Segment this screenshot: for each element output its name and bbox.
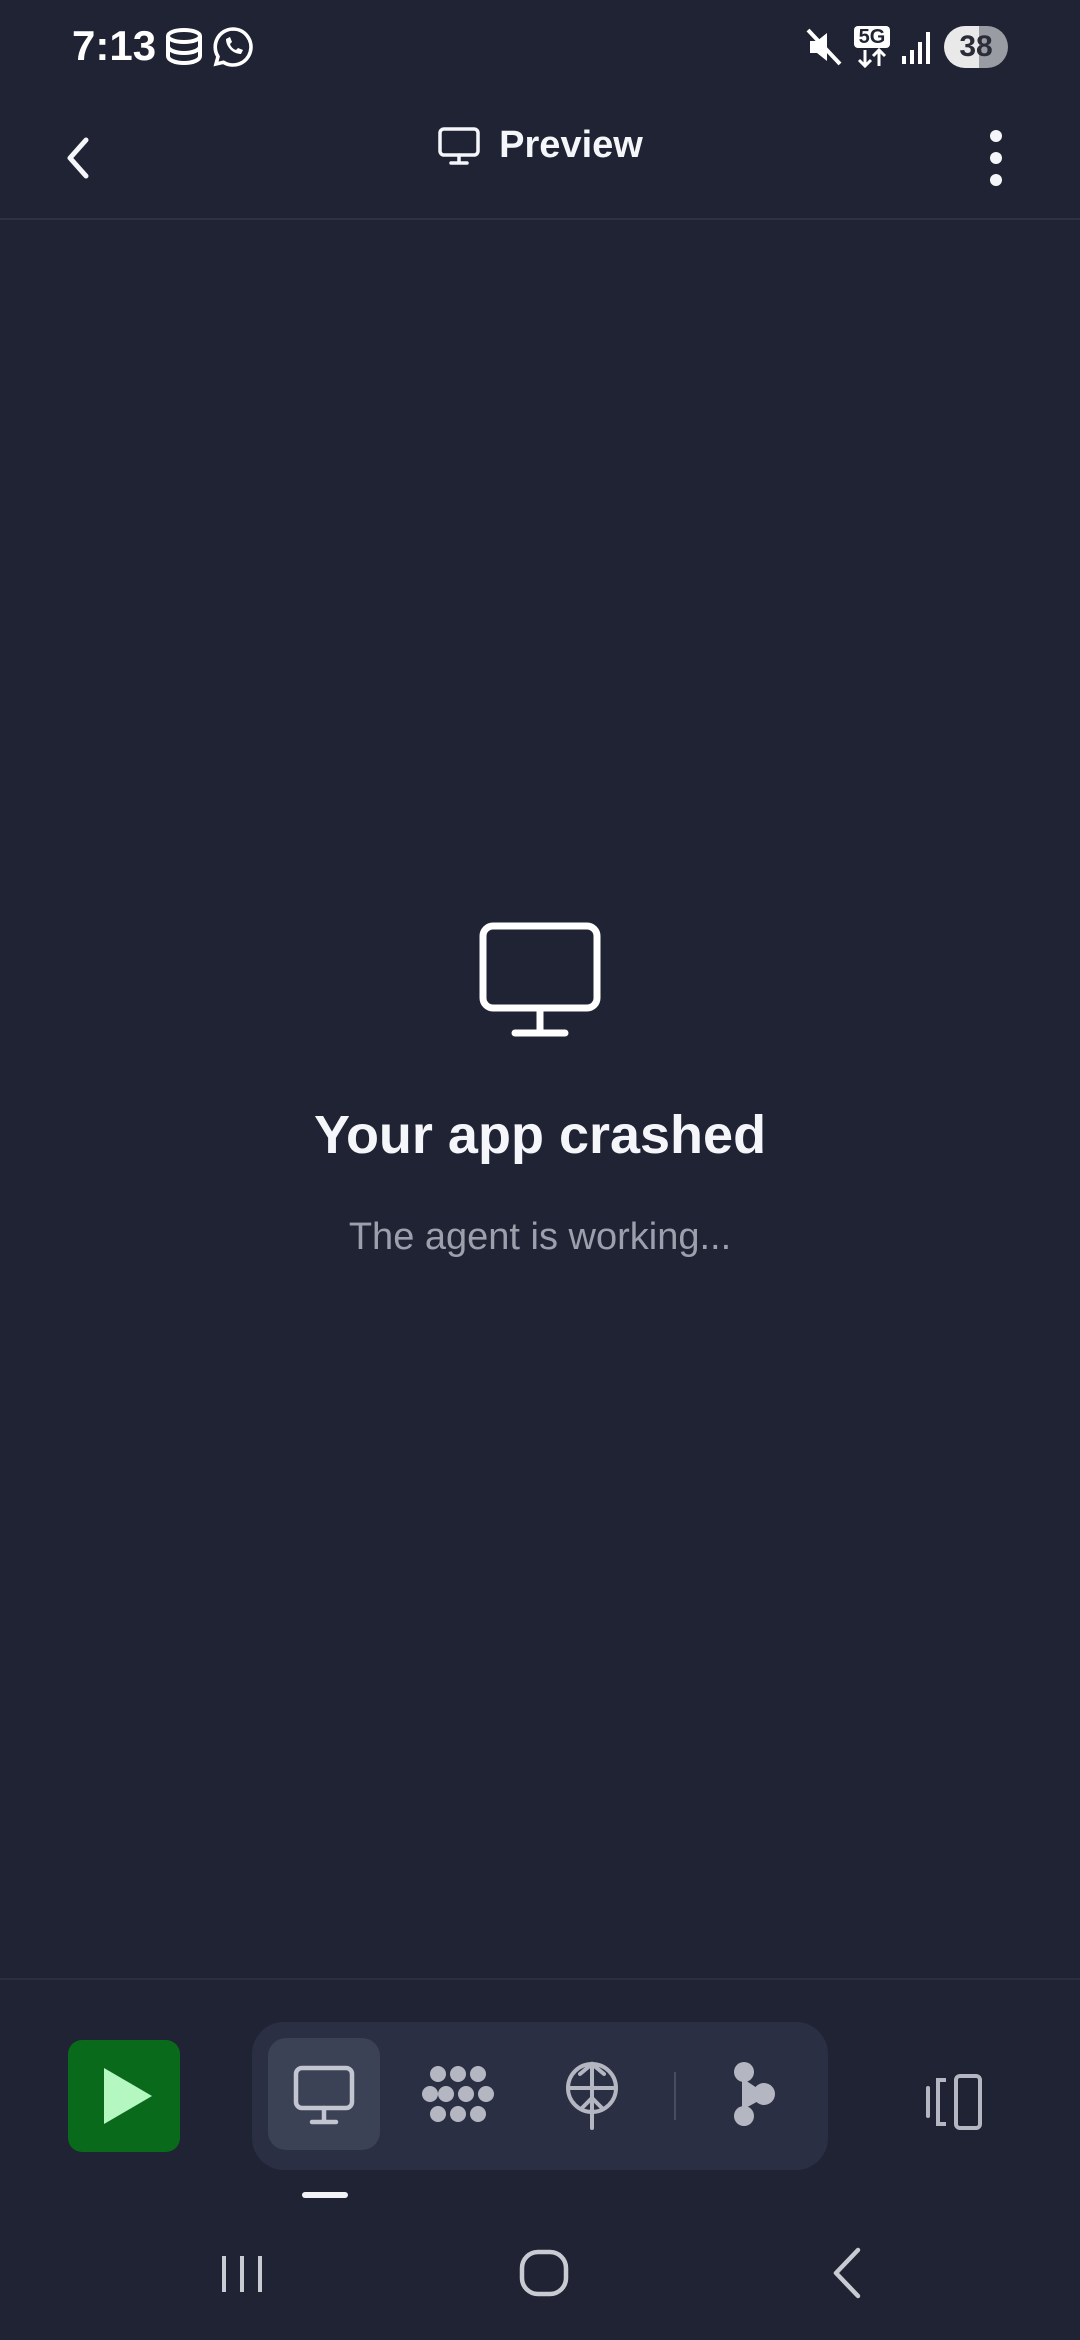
- play-icon: [104, 2068, 152, 2124]
- back-icon: [833, 2247, 861, 2299]
- page-title: Preview: [499, 124, 643, 166]
- status-bar: 7:13 5G 38: [0, 0, 1080, 100]
- devices-button[interactable]: [920, 2072, 992, 2132]
- devices-icon: [926, 2074, 982, 2130]
- crash-empty-state: Your app crashed The agent is working...: [0, 920, 1080, 1259]
- more-vertical-icon: [990, 130, 1002, 186]
- run-button[interactable]: [68, 2040, 180, 2152]
- crash-title: Your app crashed: [313, 1105, 767, 1165]
- storage-icon: [166, 28, 202, 66]
- battery-indicator: 38: [944, 26, 1008, 68]
- monitor-icon: [479, 922, 601, 1037]
- monitor-icon: [293, 2065, 355, 2125]
- workflows-icon: [422, 2066, 494, 2122]
- tab-git[interactable]: [698, 2038, 810, 2150]
- network-type: 5G: [854, 26, 890, 48]
- recents-icon: [222, 2256, 262, 2292]
- 5g-data-icon: 5G: [854, 26, 890, 70]
- top-app-bar: Preview: [0, 100, 1080, 220]
- tab-deploy[interactable]: [536, 2038, 648, 2150]
- system-nav-bar: [0, 2198, 1080, 2340]
- status-time: 7:13: [72, 22, 157, 69]
- page-title-group: Preview: [0, 124, 1080, 171]
- recents-button[interactable]: [202, 2238, 282, 2308]
- workspace-tabs: [252, 2022, 828, 2170]
- crash-subtitle: The agent is working...: [348, 1216, 732, 1258]
- tab-workflows[interactable]: [402, 2038, 514, 2150]
- signal-icon: [902, 32, 930, 64]
- deploy-icon: [566, 2061, 618, 2130]
- whatsapp-icon: [213, 27, 253, 67]
- tab-divider: [674, 2072, 676, 2120]
- home-icon: [519, 2249, 569, 2297]
- tab-preview[interactable]: [268, 2038, 380, 2150]
- monitor-icon: [438, 126, 480, 165]
- git-branch-icon: [734, 2062, 775, 2126]
- more-options-button[interactable]: [972, 118, 1020, 198]
- back-nav-button[interactable]: [808, 2238, 888, 2308]
- mute-icon: [806, 28, 842, 66]
- bottom-toolbar: [0, 1978, 1080, 2200]
- home-button[interactable]: [504, 2238, 584, 2308]
